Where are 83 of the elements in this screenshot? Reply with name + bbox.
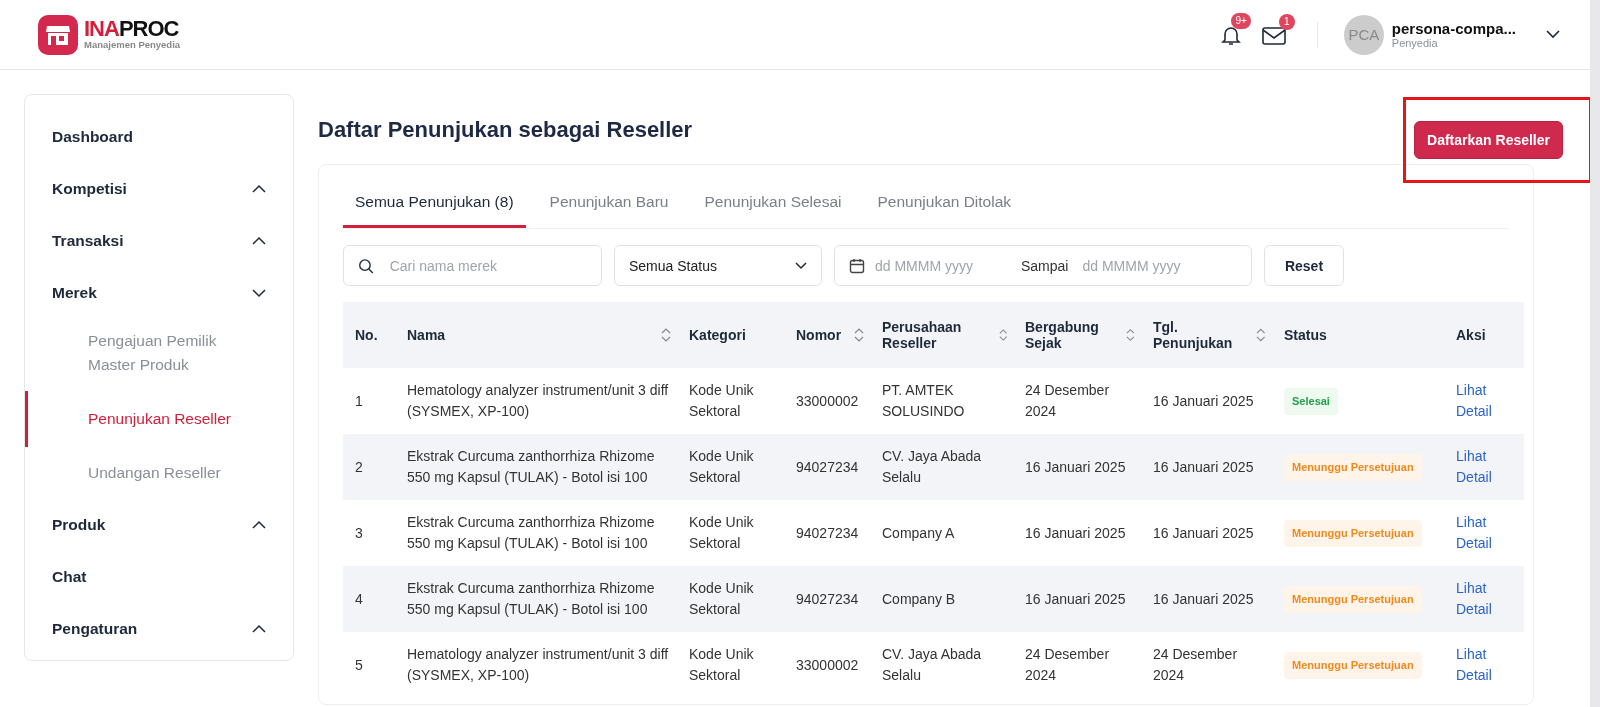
status-badge: Selesai <box>1284 387 1338 415</box>
table-cell: 16 Januari 2025 <box>1013 500 1141 566</box>
table-cell: 4 <box>343 566 395 632</box>
search-input[interactable]: Cari nama merek <box>387 256 587 275</box>
table-cell: CV. Jaya Abada Selalu <box>870 434 1013 500</box>
table-cell: Company A <box>870 500 1013 566</box>
register-button[interactable]: Daftarkan Reseller <box>1414 121 1563 159</box>
column-header: Nama <box>407 327 446 343</box>
tab[interactable]: Penunjukan Baru <box>537 179 681 228</box>
table-cell: 16 Januari 2025 <box>1013 566 1141 632</box>
reset-button[interactable]: Reset <box>1264 245 1344 286</box>
detail-link[interactable]: Lihat Detail <box>1456 380 1506 422</box>
table-cell: 94027234 <box>784 434 870 500</box>
table-cell: 33000002 <box>784 368 870 434</box>
table-cell: Kode Unik Sektoral <box>677 368 784 434</box>
tab[interactable]: Semua Penunjukan (8) <box>343 179 526 228</box>
sidebar-item[interactable]: Chat <box>25 551 293 603</box>
avatar: PCA <box>1343 14 1384 55</box>
message-count: 1 <box>1278 13 1295 30</box>
table-cell: 16 Januari 2025 <box>1013 434 1141 500</box>
status-badge: Menunggu Persetujuan <box>1284 651 1422 679</box>
status-badge: Menunggu Persetujuan <box>1284 453 1422 481</box>
table-cell: 94027234 <box>784 566 870 632</box>
table-cell: Company B <box>870 566 1013 632</box>
sidebar-subitem[interactable]: Pengajuan Pemilik Master Produk <box>25 319 260 387</box>
user-name: persona-compa... <box>1391 20 1516 37</box>
column-header: Nomor <box>796 327 842 343</box>
table-cell: PT. AMTEK SOLUSINDO <box>870 368 1013 434</box>
table-cell: Hematology analyzer instrument/unit 3 diff (SYSMEX, XP-100) <box>395 632 677 698</box>
column-header: No. <box>343 302 395 368</box>
table-cell: Kode Unik Sektoral <box>677 632 784 698</box>
date-input[interactable]: dd MMMM yyyy <box>1080 256 1211 275</box>
table-cell: Kode Unik Sektoral <box>677 566 784 632</box>
status-badge: Menunggu Persetujuan <box>1284 519 1422 547</box>
column-header: Tgl. Penunjukan <box>1153 319 1234 351</box>
column-header: Status <box>1272 302 1444 368</box>
table-cell: 5 <box>343 632 395 698</box>
table-cell: CV. Jaya Abada Selalu <box>870 632 1013 698</box>
notification-count: 9+ <box>1231 12 1251 29</box>
sidebar-item[interactable]: Pengaturan <box>25 603 293 655</box>
table-cell: Kode Unik Sektoral <box>677 434 784 500</box>
table-cell: 16 Januari 2025 <box>1141 368 1272 434</box>
brand-subtitle: Manajemen Penyedia <box>84 39 181 50</box>
table-cell: 1 <box>343 368 395 434</box>
brand-name: INAPROC <box>84 19 180 39</box>
table-cell: 16 Januari 2025 <box>1141 434 1272 500</box>
table-cell: 16 Januari 2025 <box>1141 500 1272 566</box>
table-cell: Ekstrak Curcuma zanthorrhiza Rhizome 550 mg Kapsul (TULAK) - Botol isi 100 <box>395 434 677 500</box>
date-input[interactable]: dd MMMM yyyy <box>873 256 1003 275</box>
column-header: Kategori <box>677 302 784 368</box>
user-role: Penyedia <box>1391 37 1439 49</box>
tab[interactable]: Penunjukan Ditolak <box>865 179 1024 228</box>
table-cell: 24 Desember 2024 <box>1013 632 1141 698</box>
search-field[interactable]: Cari nama merek <box>343 245 602 286</box>
table-cell: 24 Desember 2024 <box>1013 368 1141 434</box>
status-badge: Menunggu Persetujuan <box>1284 585 1422 613</box>
tab[interactable]: Penunjukan Selesai <box>692 179 854 228</box>
table-cell: 3 <box>343 500 395 566</box>
column-header: Aksi <box>1444 302 1524 368</box>
sidebar-item[interactable]: Dashboard <box>25 111 293 163</box>
table-cell: Ekstrak Curcuma zanthorrhiza Rhizome 550 mg Kapsul (TULAK) - Botol isi 100 <box>395 566 677 632</box>
date-range-field[interactable]: dd MMMM yyyy Sampai dd MMMM yyyy <box>834 245 1252 286</box>
detail-link[interactable]: Lihat Detail <box>1456 644 1506 686</box>
table-cell: Kode Unik Sektoral <box>677 500 784 566</box>
sidebar-subitem[interactable]: Undangan Reseller <box>25 451 260 495</box>
sidebar-item[interactable]: Merek <box>25 267 293 319</box>
sidebar-item[interactable]: Transaksi <box>25 215 293 267</box>
sidebar-item[interactable]: Kompetisi <box>25 163 293 215</box>
column-header: Perusahaan Reseller <box>882 319 963 351</box>
table-cell: 94027234 <box>784 500 870 566</box>
date-separator: Sampai <box>1021 257 1069 274</box>
sidebar-subitem[interactable]: Penunjukan Reseller <box>25 391 260 447</box>
table-cell: 24 Desember 2024 <box>1141 632 1272 698</box>
table-cell: Ekstrak Curcuma zanthorrhiza Rhizome 550 mg Kapsul (TULAK) - Botol isi 100 <box>395 500 677 566</box>
table-cell: Hematology analyzer instrument/unit 3 diff (SYSMEX, XP-100) <box>395 368 677 434</box>
detail-link[interactable]: Lihat Detail <box>1456 512 1506 554</box>
page-title: Daftar Penunjukan sebagai Reseller <box>318 116 693 143</box>
sidebar-item[interactable]: Produk <box>25 499 293 551</box>
table-cell: 16 Januari 2025 <box>1141 566 1272 632</box>
table-cell: 2 <box>343 434 395 500</box>
table-cell: 33000002 <box>784 632 870 698</box>
status-dropdown[interactable]: Semua Status <box>614 245 822 286</box>
column-header: Bergabung Sejak <box>1025 319 1100 351</box>
